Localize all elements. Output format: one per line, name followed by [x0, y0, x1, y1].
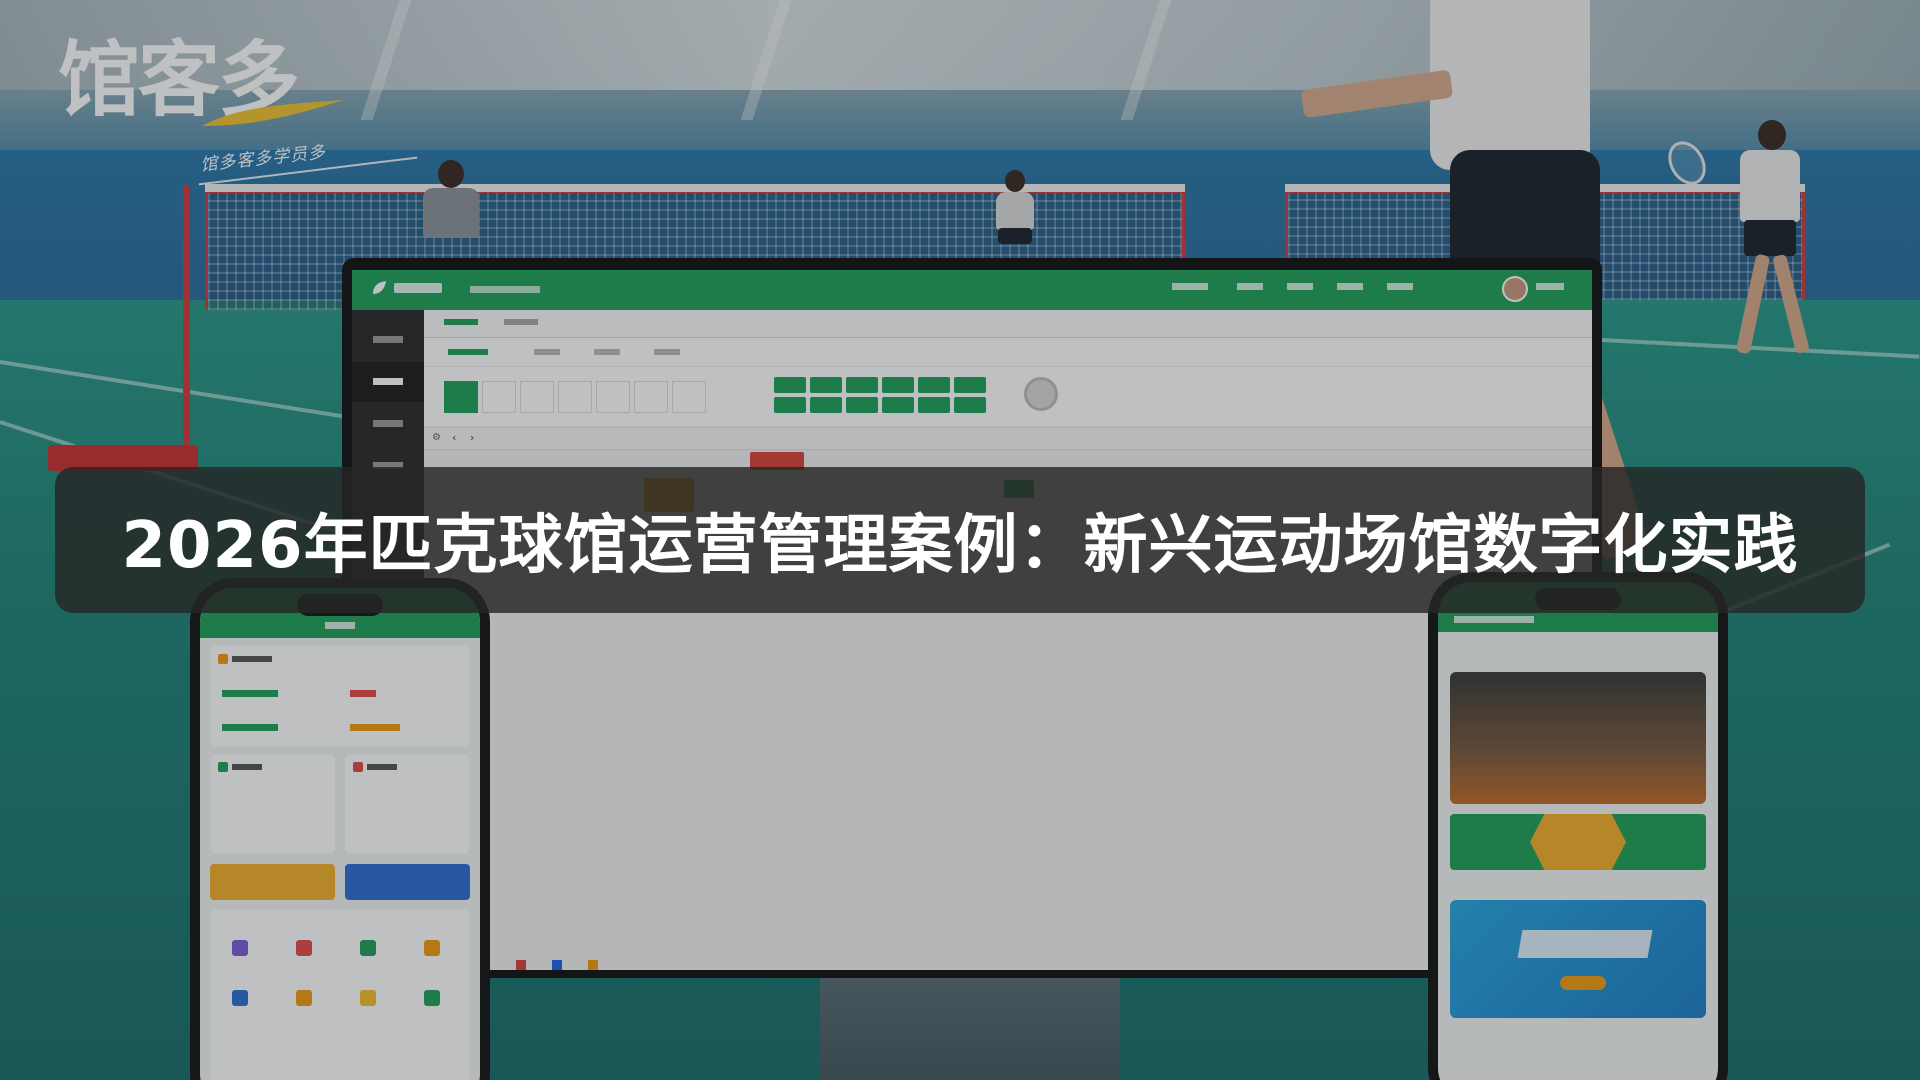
- time-slot-header: ⚙ ‹ ›: [424, 428, 1592, 450]
- action-button[interactable]: [810, 397, 842, 413]
- venue-booking-button[interactable]: [345, 864, 470, 900]
- date-chip[interactable]: [558, 381, 592, 413]
- management-system-screenshot: ⚙ ‹ ›: [352, 270, 1592, 970]
- phone-left-screen: [200, 588, 480, 1080]
- quick-checkin-button[interactable]: [210, 864, 335, 900]
- header-menu-item[interactable]: [1387, 283, 1413, 290]
- action-button[interactable]: [954, 397, 986, 413]
- monitor-stand: [820, 978, 1120, 1080]
- header-menu-item[interactable]: [1237, 283, 1263, 290]
- member-avatar-icon: [1024, 377, 1058, 411]
- phone-right-screen: [1438, 582, 1718, 1080]
- page-tabs: [424, 310, 1592, 338]
- app-header: [352, 270, 1592, 310]
- brand-logo: 馆客多 馆多客多学员多: [58, 40, 418, 190]
- app-brand: [370, 279, 442, 297]
- event-banner[interactable]: [1450, 900, 1706, 1018]
- phone-left: [190, 578, 490, 1080]
- venue-nav-center[interactable]: [1530, 814, 1626, 870]
- tool-item[interactable]: [284, 990, 324, 1009]
- header-menu-item[interactable]: [1337, 283, 1363, 290]
- filter-tab[interactable]: [534, 349, 560, 355]
- date-chip-active[interactable]: [444, 381, 478, 413]
- filter-tab[interactable]: [654, 349, 680, 355]
- net-post: [183, 185, 190, 465]
- date-chip[interactable]: [634, 381, 668, 413]
- tab[interactable]: [504, 317, 538, 328]
- action-button[interactable]: [846, 397, 878, 413]
- action-button[interactable]: [882, 377, 914, 393]
- app-subtitle: [470, 283, 540, 296]
- action-button[interactable]: [774, 397, 806, 413]
- venue-filter-tabs: [424, 338, 1592, 366]
- stats-card: [345, 754, 470, 854]
- tool-item[interactable]: [412, 990, 452, 1009]
- date-chip[interactable]: [520, 381, 554, 413]
- card-title: [218, 654, 272, 664]
- action-button[interactable]: [882, 397, 914, 413]
- date-chip[interactable]: [672, 381, 706, 413]
- filter-tab[interactable]: [594, 349, 620, 355]
- settings-icon[interactable]: ⚙: [432, 432, 441, 443]
- user-avatar-icon[interactable]: [1502, 276, 1528, 302]
- player-right: [1660, 120, 1830, 380]
- sidebar-item-active[interactable]: [352, 362, 424, 402]
- tool-item[interactable]: [348, 990, 388, 1009]
- filter-tab-active[interactable]: [448, 349, 488, 355]
- header-username[interactable]: [1536, 283, 1564, 290]
- metric-value: [350, 690, 376, 697]
- article-headline: 2026年匹克球馆运营管理案例：新兴运动场馆数字化实践: [121, 509, 1799, 583]
- workbench-card: [210, 910, 470, 1080]
- tool-item[interactable]: [284, 940, 324, 959]
- sidebar-item[interactable]: [352, 320, 424, 360]
- action-button[interactable]: [846, 377, 878, 393]
- metric-value: [222, 690, 278, 697]
- action-button[interactable]: [810, 377, 842, 393]
- date-selector-row: [424, 366, 1592, 426]
- tool-item[interactable]: [412, 940, 452, 959]
- action-button[interactable]: [918, 397, 950, 413]
- card-title: [218, 762, 262, 772]
- stats-card: [210, 754, 335, 854]
- swoosh-icon: [202, 100, 344, 126]
- header-menu-item[interactable]: [1172, 283, 1208, 290]
- chevron-left-icon[interactable]: ‹: [452, 431, 456, 444]
- tool-item[interactable]: [220, 990, 260, 1009]
- today-revenue-card: [210, 646, 470, 746]
- tool-item[interactable]: [348, 940, 388, 959]
- action-button[interactable]: [918, 377, 950, 393]
- card-title: [353, 762, 397, 772]
- venue-nav-bar: [1450, 814, 1706, 870]
- header-menu-item[interactable]: [1287, 283, 1313, 290]
- headline-bar: 2026年匹克球馆运营管理案例：新兴运动场馆数字化实践: [55, 467, 1865, 613]
- date-chip[interactable]: [596, 381, 630, 413]
- chevron-right-icon[interactable]: ›: [470, 431, 474, 444]
- desktop-monitor: ⚙ ‹ ›: [342, 258, 1602, 978]
- venue-photo: [1450, 672, 1706, 804]
- action-button[interactable]: [774, 377, 806, 393]
- date-chip[interactable]: [482, 381, 516, 413]
- action-button[interactable]: [954, 377, 986, 393]
- sidebar-item[interactable]: [352, 404, 424, 444]
- leaf-icon: [373, 281, 386, 294]
- tab-active[interactable]: [444, 317, 478, 328]
- phone-right: [1428, 572, 1728, 1080]
- tool-item[interactable]: [220, 940, 260, 959]
- metric-value: [222, 724, 278, 731]
- player-far-center: [990, 170, 1040, 260]
- metric-value: [350, 724, 400, 731]
